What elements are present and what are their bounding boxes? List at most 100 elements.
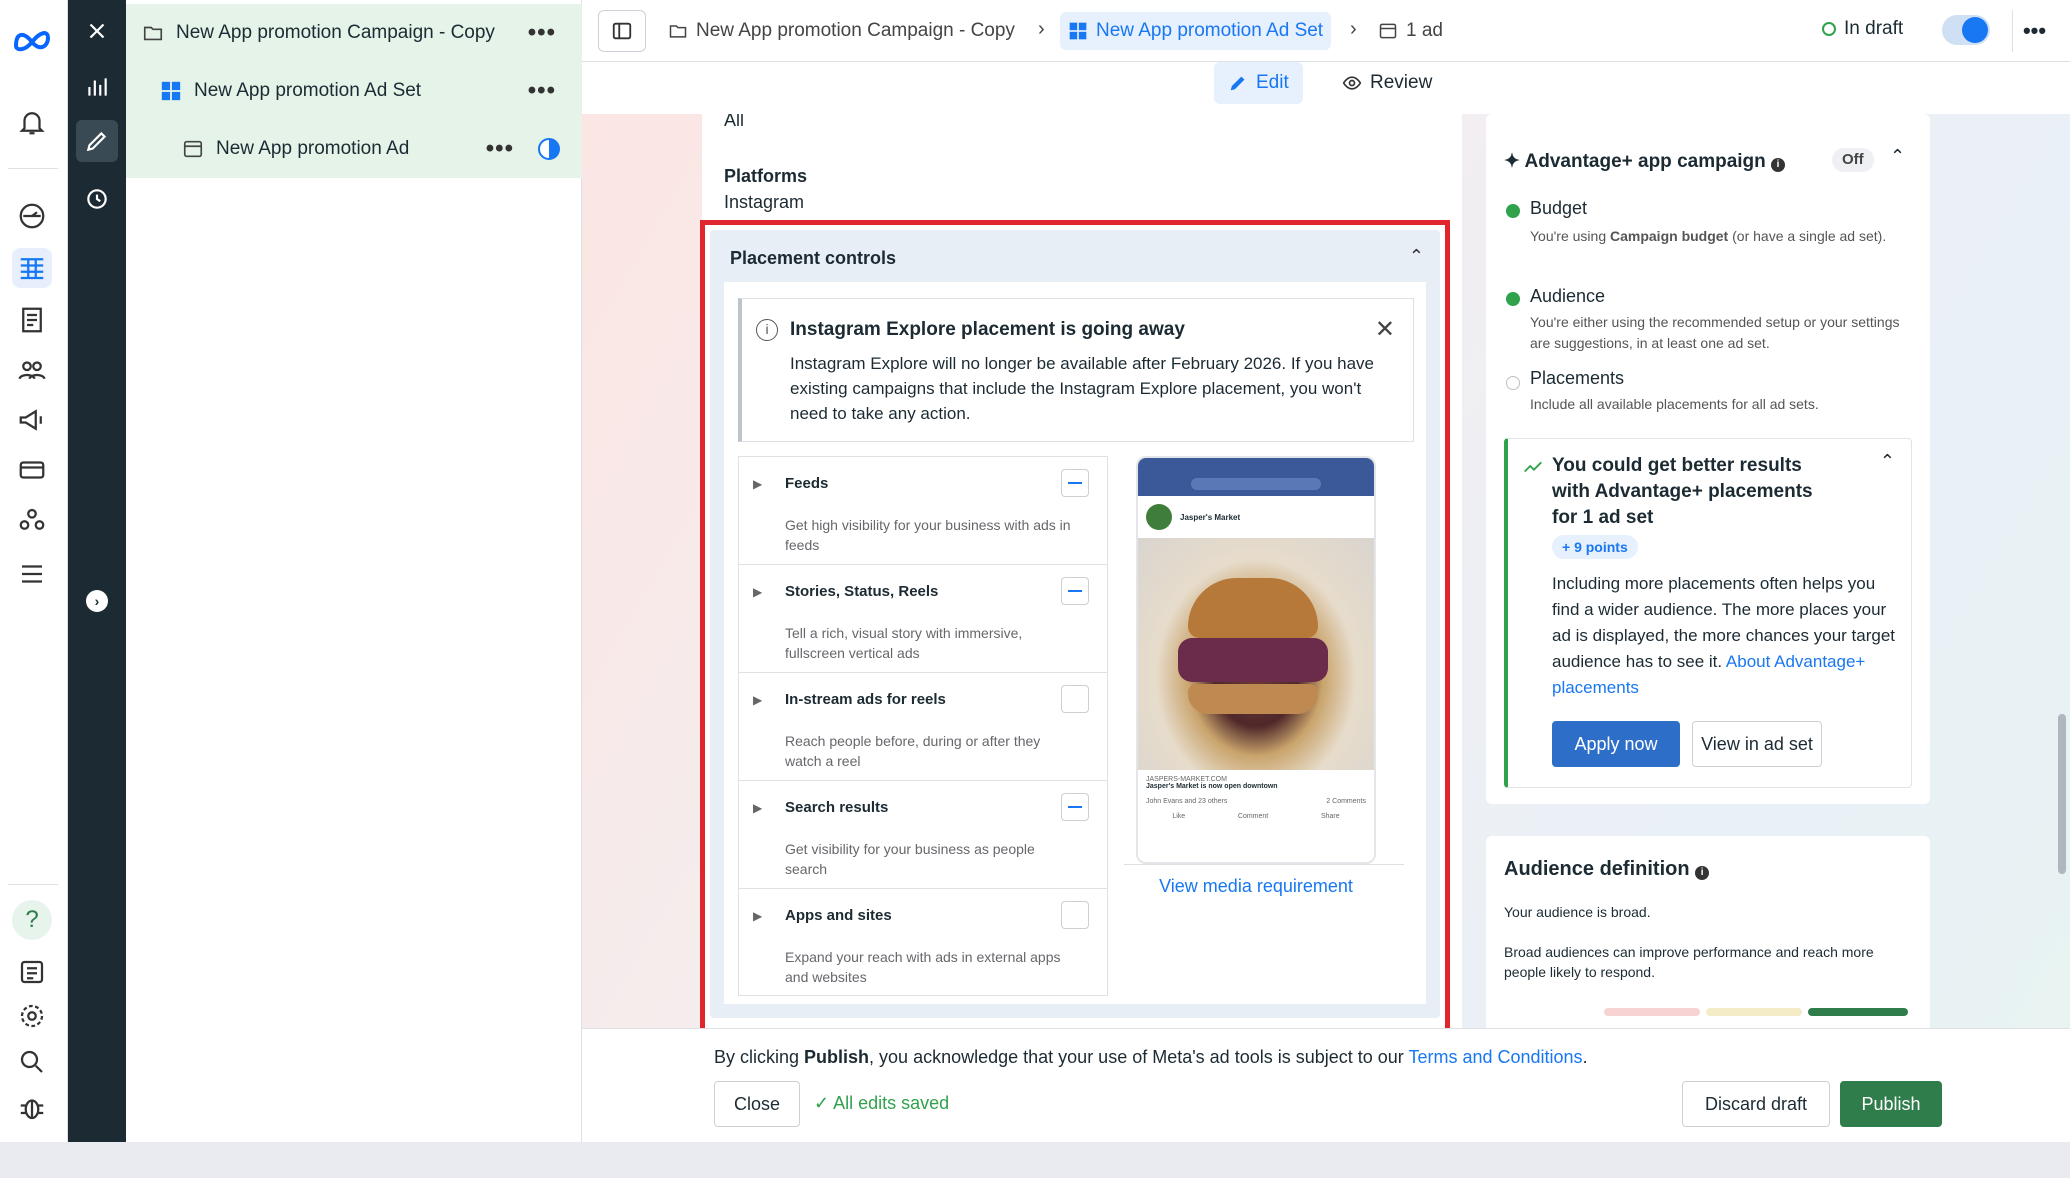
audiences-icon[interactable] [12,350,52,390]
status-ring-icon [1822,22,1836,36]
expand-caret-icon[interactable]: ▶ [753,909,762,923]
advantage-card: ✦ Advantage+ app campaign i Off ⌃ Budget… [1486,114,1930,804]
placement-item-stories[interactable]: ▶ Stories, Status, Reels Tell a rich, vi… [739,565,1107,673]
placement-list: ▶ Feeds Get high visibility for your bus… [738,456,1108,996]
placement-item-feeds[interactable]: ▶ Feeds Get high visibility for your bus… [739,457,1107,565]
draft-toggle[interactable] [1942,15,1990,45]
view-in-adset-button[interactable]: View in ad set [1692,721,1822,767]
placement-checkbox[interactable] [1061,793,1089,821]
placement-checkbox[interactable] [1061,469,1089,497]
expand-caret-icon[interactable]: ▶ [753,477,762,491]
reports-icon[interactable] [12,300,52,340]
scrollbar[interactable] [2058,714,2066,874]
meta-logo-icon[interactable] [10,20,54,60]
ad-preview-phone: Jasper's Market JASPERS-MARKET.COM Jaspe… [1136,456,1376,864]
chevron-up-icon[interactable]: ⌃ [1409,246,1424,267]
breadcrumb-adset-label: New App promotion Ad Set [1096,20,1324,41]
notice-close-icon[interactable]: ✕ [1375,315,1395,344]
placement-name: Search results [785,799,889,816]
expand-caret-icon[interactable]: ▶ [753,693,762,707]
info-icon[interactable]: i [1771,158,1786,172]
close-editor-icon[interactable] [76,10,118,52]
preview-comments: 2 Comments [1326,798,1366,805]
ad-more-button[interactable]: ••• [486,135,514,163]
bug-report-icon[interactable] [12,1088,52,1128]
audience-meter-mid [1706,1008,1802,1016]
saved-status: ✓ All edits saved [814,1093,950,1113]
expand-caret-icon[interactable]: ▶ [753,801,762,815]
business-assets-icon[interactable] [12,500,52,540]
expand-panel-icon[interactable]: › [76,580,118,622]
placement-checkbox[interactable] [1061,577,1089,605]
preview-caption: JASPERS-MARKET.COM Jasper's Market is no… [1138,770,1374,862]
placement-checkbox[interactable] [1061,901,1089,929]
all-value: All [724,114,745,130]
news-icon[interactable] [12,952,52,992]
editor-footer: By clicking Publish, you acknowledge tha… [582,1028,2070,1142]
terms-link[interactable]: Terms and Conditions [1408,1047,1582,1067]
tree-item-campaign[interactable]: New App promotion Campaign - Copy ••• [126,4,582,62]
apply-now-button[interactable]: Apply now [1552,721,1680,767]
search-icon[interactable] [12,1042,52,1082]
tab-review[interactable]: Review [1328,62,1446,104]
settings-gear-icon[interactable] [12,996,52,1036]
saved-label: All edits saved [833,1093,950,1113]
discard-draft-button[interactable]: Discard draft [1682,1081,1830,1127]
placement-desc: Reach people before, during or after the… [785,733,1041,769]
breadcrumb-ad[interactable]: 1 ad [1378,12,1443,50]
toggle-panel-button[interactable] [598,10,646,52]
info-icon[interactable]: i [1695,866,1710,880]
advantage-suggestion: You could get better results with Advant… [1504,438,1912,788]
check-budget-desc: You're using Campaign budget (or have a … [1530,228,1887,244]
ad-status-icon [538,138,560,160]
expand-caret-icon[interactable]: ▶ [753,585,762,599]
tab-edit[interactable]: Edit [1214,62,1303,104]
chevron-right-icon: › [1038,18,1045,40]
explore-notice: i Instagram Explore placement is going a… [738,298,1414,442]
charts-icon[interactable] [76,66,118,108]
notifications-icon[interactable] [12,102,52,142]
chevron-up-icon[interactable]: ⌃ [1880,451,1895,472]
breadcrumb-adset[interactable]: New App promotion Ad Set [1060,12,1332,50]
topbar-more-button[interactable]: ••• [2012,10,2056,52]
page-avatar [1146,504,1172,530]
campaigns-table-icon[interactable] [12,248,52,288]
placement-controls-body: i Instagram Explore placement is going a… [724,282,1426,1004]
history-clock-icon[interactable] [76,178,118,220]
preview-site: JASPERS-MARKET.COM [1146,776,1227,783]
tree-item-ad[interactable]: New App promotion Ad ••• [126,120,582,178]
chevron-up-icon[interactable]: ⌃ [1890,146,1905,167]
dashboard-icon[interactable] [12,196,52,236]
folder-icon [669,25,687,38]
placement-item-instream[interactable]: ▶ In-stream ads for reels Reach people b… [739,673,1107,781]
adset-more-button[interactable]: ••• [528,77,556,105]
placement-checkbox[interactable] [1061,685,1089,713]
preview-share: Share [1320,813,1340,820]
suggestion-body: Including more placements often helps yo… [1552,574,1896,697]
placement-desc: Get visibility for your business as peop… [785,841,1035,877]
suggestion-title: You could get better results with Advant… [1552,455,1813,528]
publish-button[interactable]: Publish [1840,1081,1942,1127]
close-button[interactable]: Close [714,1081,800,1127]
audience-explain-text: Broad audiences can improve performance … [1504,944,1874,980]
help-icon[interactable]: ? [12,900,52,940]
check-budget-title: Budget [1530,198,1588,218]
breadcrumb-campaign[interactable]: New App promotion Campaign - Copy [668,12,1015,50]
edit-pencil-icon[interactable] [76,120,118,162]
placement-item-apps[interactable]: ▶ Apps and sites Expand your reach with … [739,889,1107,997]
billing-card-icon[interactable] [12,450,52,490]
tree-item-adset[interactable]: New App promotion Ad Set ••• [126,62,582,120]
placement-name: Apps and sites [785,907,892,924]
legal-text: By clicking Publish, you acknowledge tha… [714,1047,1588,1067]
placement-item-search[interactable]: ▶ Search results Get visibility for your… [739,781,1107,889]
edit-review-tabs: Edit Review [582,62,2070,114]
campaign-more-button[interactable]: ••• [528,19,556,47]
eye-icon [1342,76,1362,90]
placement-name: Feeds [785,475,829,492]
megaphone-icon[interactable] [12,400,52,440]
all-tools-menu-icon[interactable] [12,554,52,594]
ad-icon [1379,23,1397,39]
global-nav-rail: ? [0,0,68,1142]
window-bottom-strip [0,1142,2070,1178]
view-media-requirement-link[interactable]: View media requirement [1136,876,1376,897]
